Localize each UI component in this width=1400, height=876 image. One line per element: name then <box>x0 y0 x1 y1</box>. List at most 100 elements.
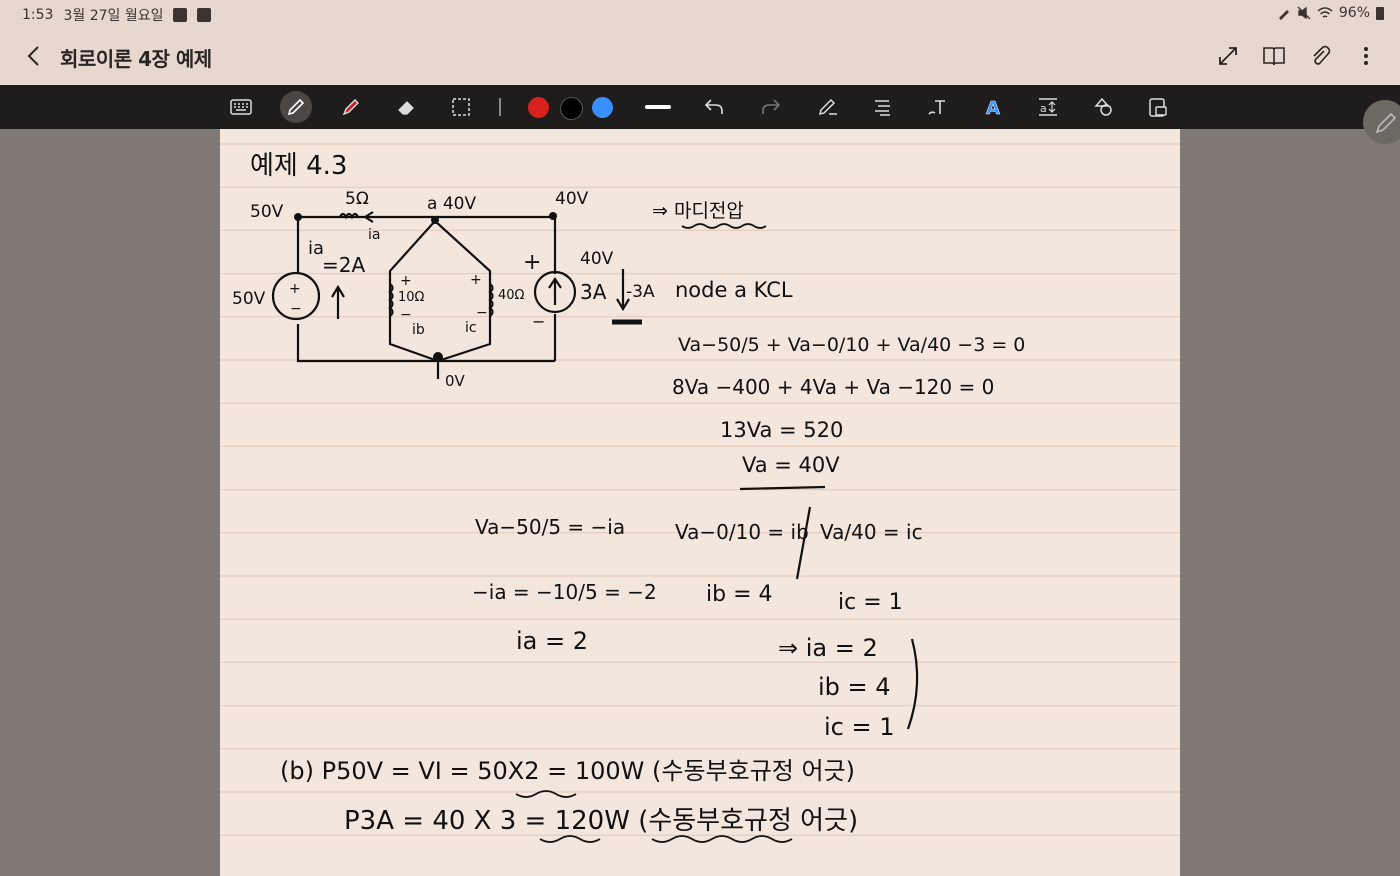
book-view-button[interactable] <box>1258 40 1290 72</box>
eraser-button[interactable] <box>390 91 422 123</box>
source-plus-sign: + <box>289 281 301 297</box>
plus-sign: + <box>523 250 541 275</box>
node-dot <box>294 213 302 221</box>
summary-ic: ic = 1 <box>824 713 895 741</box>
ground-label: 0V <box>445 372 466 390</box>
color-black-swatch[interactable] <box>560 97 583 120</box>
shapes-icon <box>1094 97 1112 116</box>
more-vert-icon <box>1364 47 1368 65</box>
solution-ia-3: ia = 2 <box>516 627 588 655</box>
note-canvas[interactable]: 예제 4.3 50V 50V 5Ω a 40V 40V 40V ia ia =2… <box>220 129 1180 876</box>
text-fit-button[interactable]: a <box>1032 91 1064 123</box>
checkbox-icon <box>197 8 212 22</box>
pen-status-icon <box>1278 10 1289 20</box>
underline-squiggle <box>681 223 767 229</box>
lasso-select-icon <box>452 98 470 116</box>
wifi-icon <box>1317 7 1333 18</box>
text-fit-icon: a <box>1039 98 1057 116</box>
back-button[interactable] <box>20 42 48 70</box>
solution-ia-1: Va−50/5 = −ia <box>475 515 625 539</box>
undo-icon <box>704 99 723 114</box>
expand-icon <box>1219 47 1237 65</box>
node-left-voltage: 50V <box>250 202 284 222</box>
attach-button[interactable] <box>1304 40 1336 72</box>
lock-icon <box>1149 98 1167 117</box>
r3-label: 40Ω <box>498 288 525 303</box>
solution-ib-2: ib = 4 <box>706 582 773 607</box>
status-bar: 1:53 3월 27일 월요일 96% <box>0 0 1400 28</box>
text-style-icon: A <box>986 98 1001 118</box>
summary-ib: ib = 4 <box>818 673 891 701</box>
shapes-button[interactable] <box>1087 91 1119 123</box>
r2-minus-sign: − <box>400 307 412 323</box>
undo-button[interactable] <box>698 91 730 123</box>
redo-icon <box>762 99 781 114</box>
highlighter-icon <box>342 99 359 116</box>
app-header: 회로이론 4장 예제 <box>0 28 1400 85</box>
eraser-icon <box>398 101 414 115</box>
lasso-button[interactable] <box>445 91 477 123</box>
status-date: 3월 27일 월요일 <box>63 8 164 24</box>
pen-button[interactable] <box>280 91 312 123</box>
expand-button[interactable] <box>1212 40 1244 72</box>
r3-minus-sign: − <box>476 305 488 321</box>
note-page[interactable]: 예제 4.3 50V 50V 5Ω a 40V 40V 40V ia ia =2… <box>220 129 1180 876</box>
kcl-title: node a KCL <box>675 278 793 302</box>
eq2: 8Va −400 + 4Va + Va −120 = 0 <box>672 375 994 399</box>
source-right-voltage: 40V <box>580 249 614 269</box>
power-underline-2 <box>539 835 601 843</box>
pen-icon <box>1375 112 1397 134</box>
floating-pen-button[interactable] <box>1363 100 1400 144</box>
stroke-width-icon <box>645 105 671 109</box>
eq3: 13Va = 520 <box>720 418 843 442</box>
drawing-toolbar: A a <box>0 85 1400 129</box>
paperclip-icon <box>1313 45 1331 65</box>
node-dot <box>549 212 557 220</box>
solution-ic-2: ic = 1 <box>838 590 903 615</box>
negative-current-label: -3A <box>626 282 655 302</box>
toolbar-divider <box>499 98 501 116</box>
stroke-width-button[interactable] <box>642 91 674 123</box>
lock-button[interactable] <box>1142 91 1174 123</box>
solution-ib-1: Va−0/10 = ib <box>675 520 809 544</box>
summary-bracket <box>906 638 919 730</box>
highlighter-button[interactable] <box>335 91 367 123</box>
handwriting-text-icon <box>928 100 945 115</box>
ia-arrow-label: ia <box>368 227 380 243</box>
source-minus-sign: − <box>290 301 302 317</box>
pen-icon <box>287 98 305 116</box>
color-red-swatch[interactable] <box>528 97 549 118</box>
battery-level: 96% <box>1338 5 1370 21</box>
pen-settings-button[interactable] <box>812 91 844 123</box>
text-align-button[interactable] <box>867 91 899 123</box>
eq4-underline <box>739 485 826 491</box>
text-style-button[interactable]: A <box>977 91 1009 123</box>
r2-plus-sign: + <box>400 273 412 289</box>
node-a-label: a 40V <box>427 194 476 214</box>
source-current-label: 3A <box>580 280 607 304</box>
color-blue-swatch[interactable] <box>592 97 613 118</box>
more-button[interactable] <box>1350 40 1382 72</box>
node-right-voltage: 40V <box>555 189 589 209</box>
minus-sign: − <box>532 312 545 331</box>
eq1: Va−50/5 + Va−0/10 + Va/40 −3 = 0 <box>678 334 1025 356</box>
note-title: 회로이론 4장 예제 <box>60 47 212 71</box>
chevron-left-icon <box>27 46 39 66</box>
text-align-icon <box>875 100 890 116</box>
ia-value: =2A <box>322 253 365 277</box>
summary-ia: ⇒ ia = 2 <box>778 634 878 662</box>
node-a-dot <box>431 216 439 224</box>
handwriting-to-text-button[interactable] <box>922 91 954 123</box>
r1-label: 5Ω <box>345 189 369 209</box>
ruled-lines <box>220 143 1180 836</box>
power-underline-3 <box>651 835 793 843</box>
power-3a: P3A = 40 X 3 = 120W (수동부호규정 어긋) <box>344 806 858 836</box>
eq4: Va = 40V <box>742 453 840 477</box>
keyboard-button[interactable] <box>225 91 257 123</box>
svg-text:A: A <box>986 98 1000 118</box>
mute-icon <box>1297 6 1311 20</box>
redo-button[interactable] <box>755 91 787 123</box>
book-view-icon <box>1263 47 1285 66</box>
battery-icon <box>1376 6 1384 20</box>
status-time: 1:53 <box>22 7 54 23</box>
